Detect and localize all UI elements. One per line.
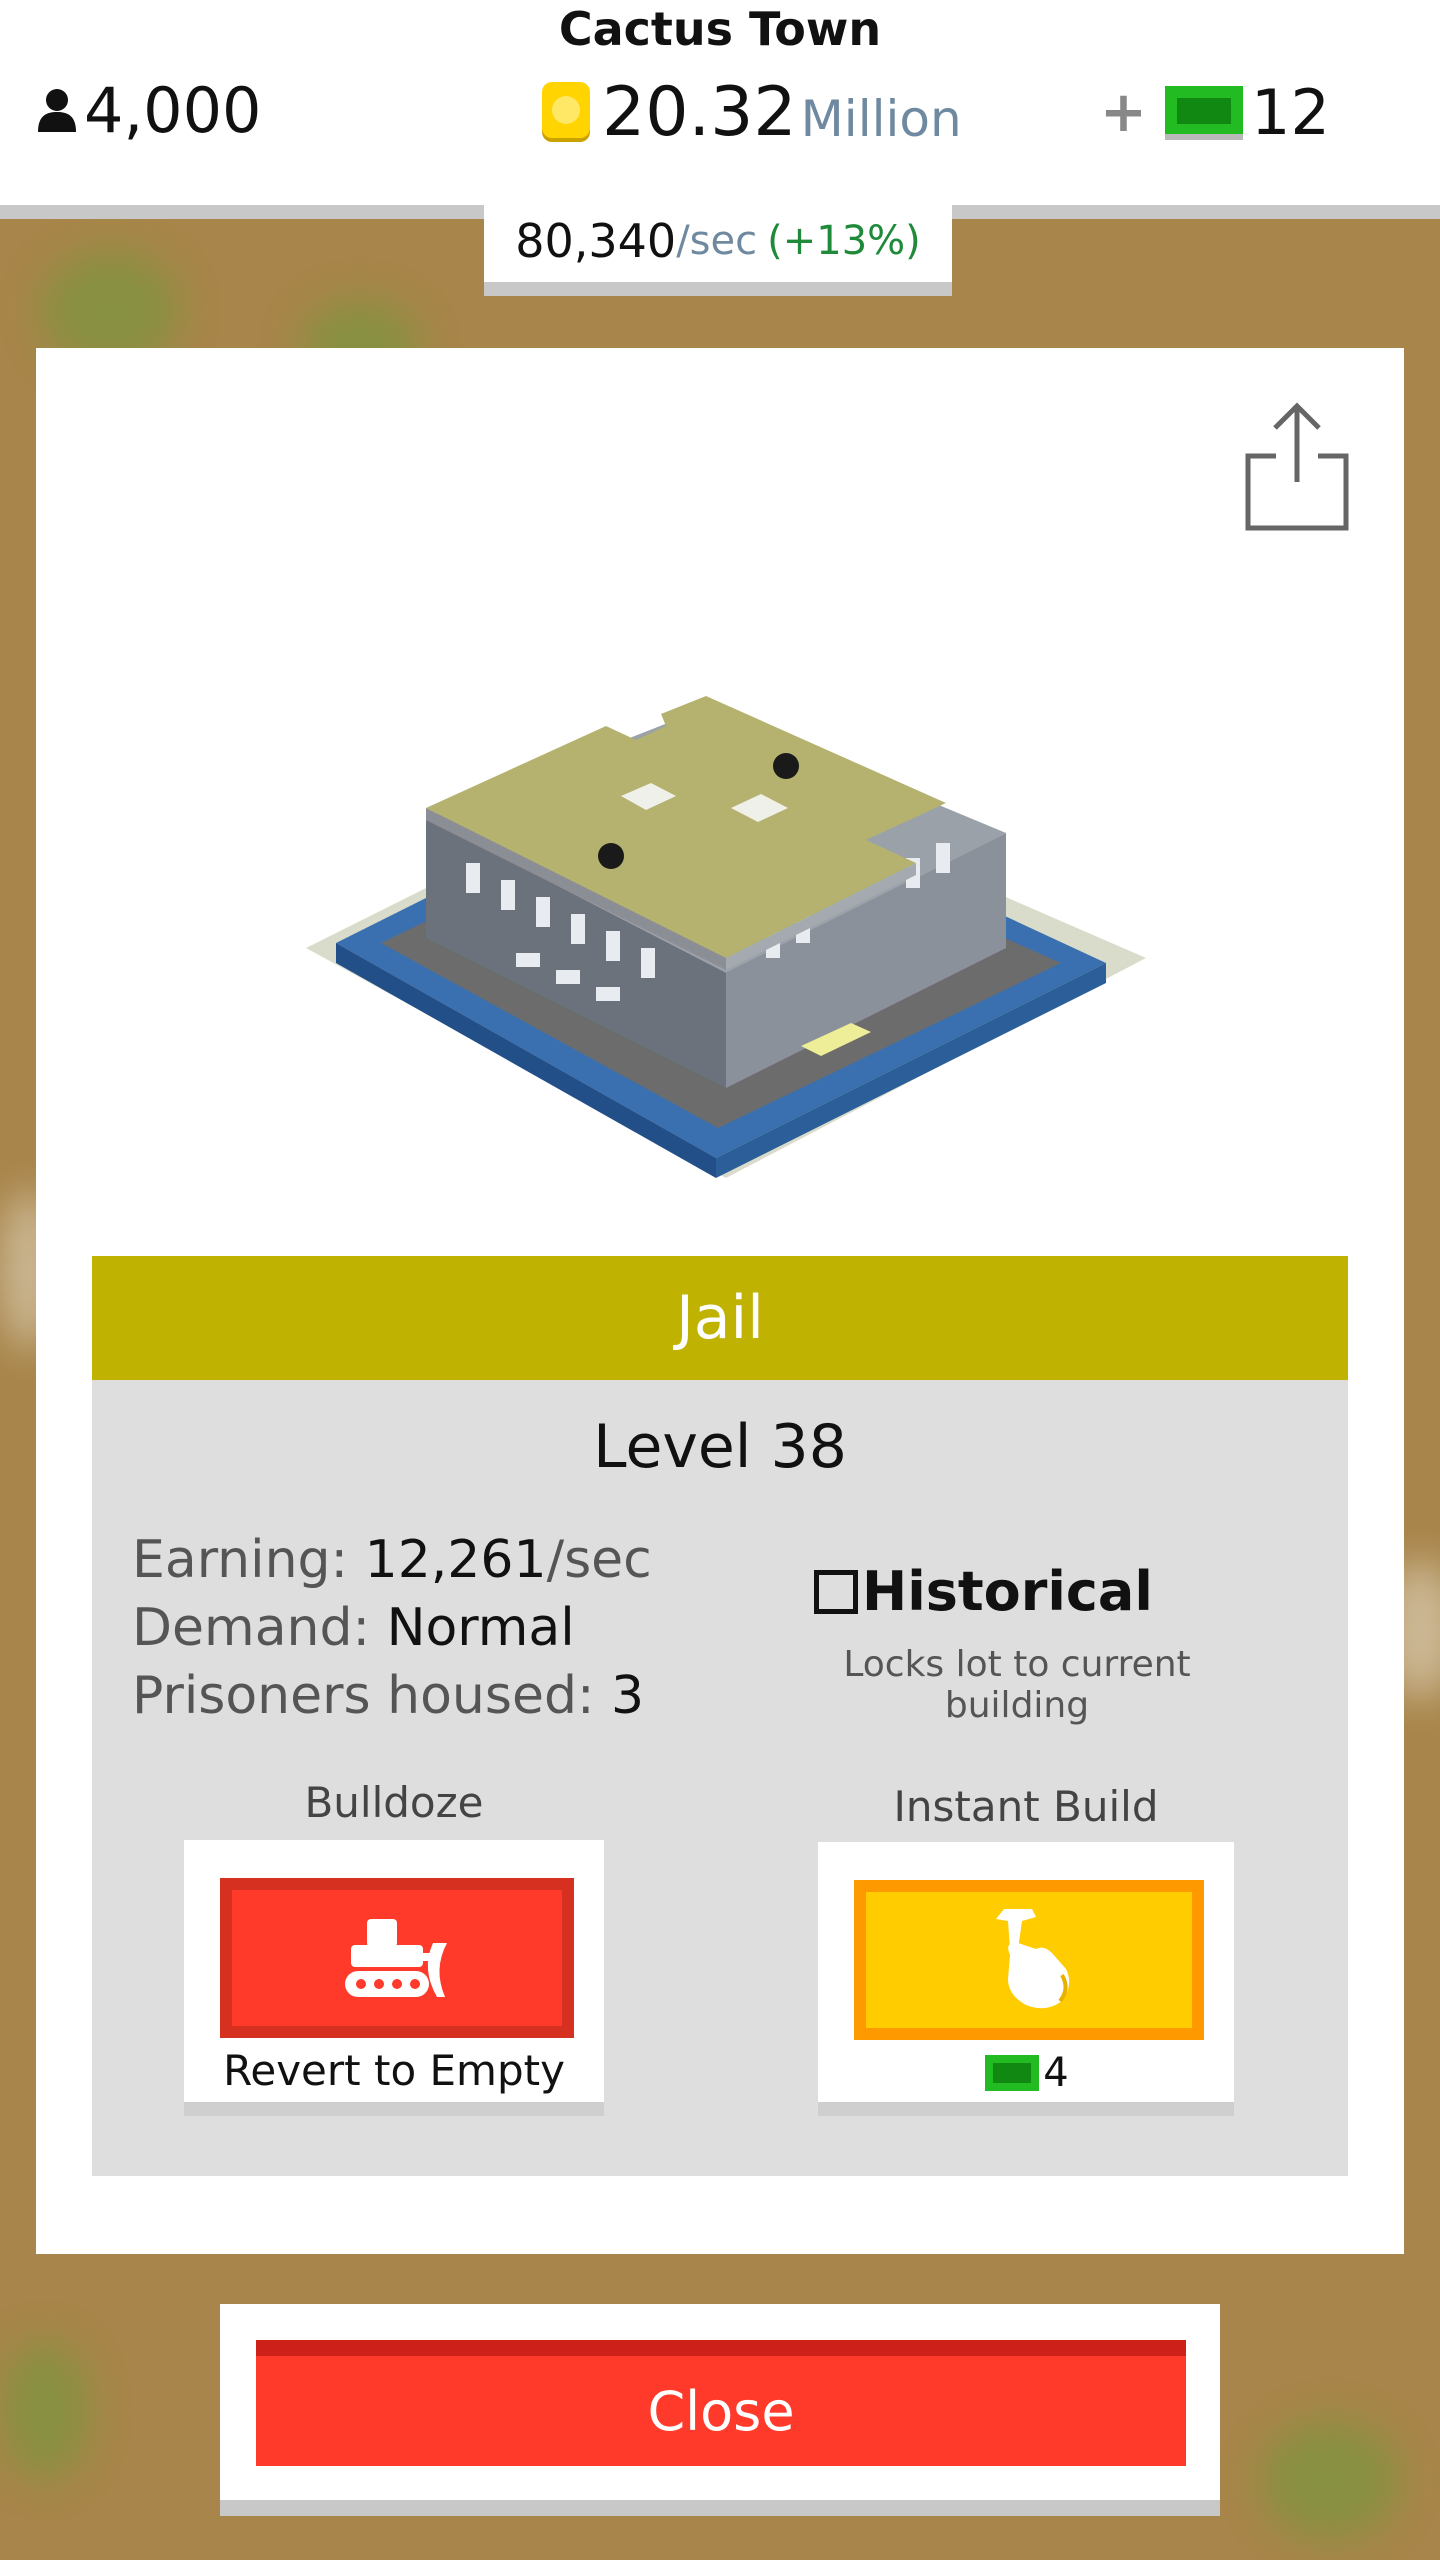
population-value: 4,000: [84, 73, 262, 147]
building-level: Level 38: [593, 1412, 847, 1482]
close-button[interactable]: Close: [256, 2340, 1186, 2466]
prisoners-value: 3: [611, 1666, 645, 1726]
top-status-bar: Cactus Town 4,000 20.32 Million + 12: [0, 0, 1440, 205]
share-icon[interactable]: [1242, 400, 1352, 536]
instant-build-cost: 4: [818, 2050, 1234, 2096]
demand-stat: Demand: Normal: [132, 1598, 575, 1658]
jail-building-image: [306, 696, 1146, 1178]
cash-icon: [1165, 86, 1243, 140]
money-unit: Million: [800, 90, 962, 148]
earning-value: 12,261: [364, 1530, 547, 1590]
money-value: 20.32: [602, 72, 797, 152]
historical-checkbox[interactable]: [814, 1569, 858, 1614]
historical-description: Locks lot to current building: [843, 1644, 1191, 1726]
revert-to-empty-label: Revert to Empty: [223, 2046, 565, 2095]
instant-build-cost-value: 4: [1043, 2050, 1069, 2096]
town-name: Cactus Town: [558, 2, 882, 56]
building-info-dialog: Jail Level 38 Earning: 12,261/sec Demand…: [36, 348, 1404, 2254]
income-rate-tab: 80,340 /sec (+13%): [484, 200, 952, 296]
instant-build-label: Instant Build: [893, 1782, 1159, 1831]
background-terrain: [0, 2340, 90, 2480]
bulldoze-label: Bulldoze: [304, 1778, 484, 1827]
population-display: 4,000: [36, 70, 262, 150]
prisoners-label: Prisoners housed:: [132, 1666, 595, 1726]
close-button-container: Close: [220, 2304, 1220, 2516]
instant-build-button[interactable]: [854, 1880, 1204, 2040]
prisoners-stat: Prisoners housed: 3: [132, 1666, 644, 1726]
earning-unit: /sec: [546, 1530, 652, 1590]
buy-cash-button[interactable]: +: [1100, 80, 1147, 145]
money-display: 20.32 Million: [538, 72, 962, 152]
demand-label: Demand:: [132, 1598, 371, 1658]
instant-build-card: 4: [818, 1842, 1234, 2116]
income-rate-unit: /sec: [676, 218, 758, 264]
income-rate-value: 80,340: [515, 214, 677, 268]
building-info-panel: Level 38 Earning: 12,261/sec Demand: Nor…: [92, 1380, 1348, 2176]
background-terrain: [1260, 2420, 1400, 2540]
bulldozer-icon: [345, 1919, 447, 1997]
earning-label: Earning:: [132, 1530, 349, 1590]
historical-label: Historical: [862, 1560, 1153, 1623]
coin-icon: [542, 82, 590, 142]
cash-value: 12: [1251, 75, 1330, 149]
earning-stat: Earning: 12,261/sec: [132, 1530, 652, 1590]
bulldoze-card: Revert to Empty: [184, 1840, 604, 2116]
demand-value: Normal: [386, 1598, 575, 1658]
hammer-hand-icon: [996, 1909, 1070, 2009]
income-rate-bonus: (+13%): [767, 218, 921, 264]
building-name: Jail: [92, 1256, 1348, 1380]
historical-toggle[interactable]: Historical: [814, 1560, 1153, 1623]
cash-icon: [985, 2055, 1040, 2091]
population-icon: [38, 89, 76, 132]
bulldoze-button[interactable]: [220, 1878, 574, 2038]
cash-display[interactable]: 12: [1163, 72, 1330, 152]
